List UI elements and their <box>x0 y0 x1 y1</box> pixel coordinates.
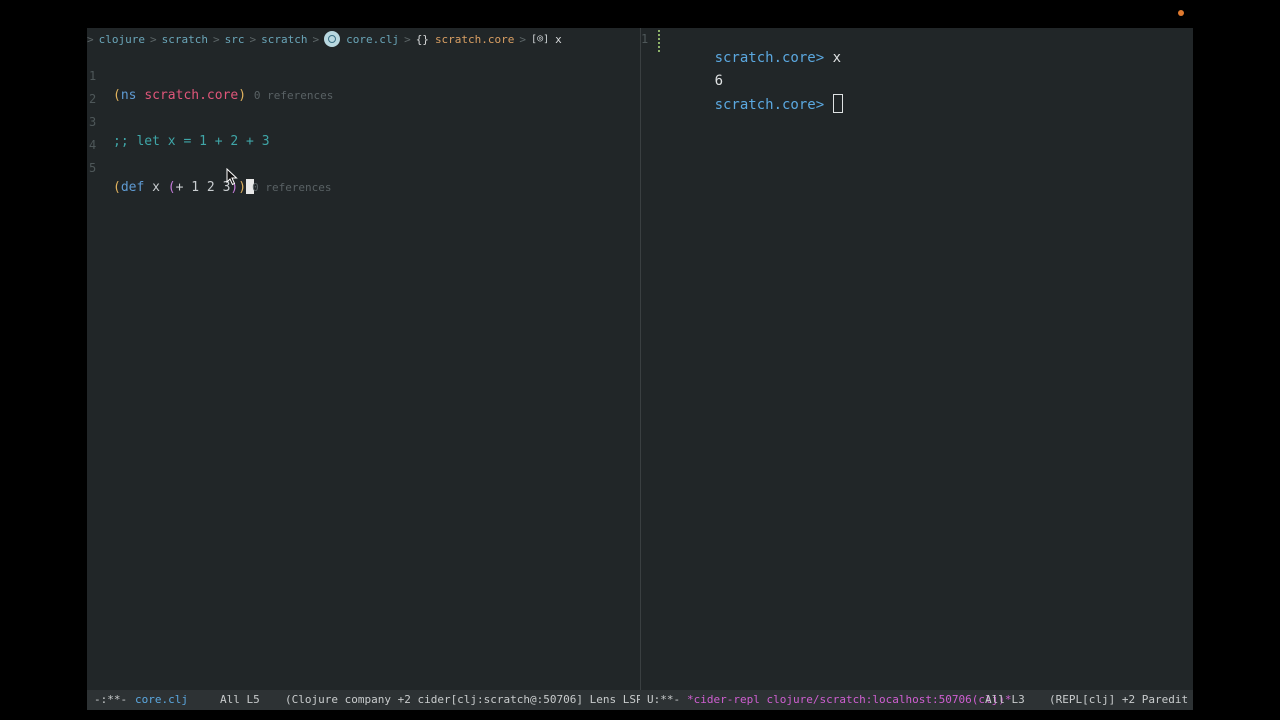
modeline-right-position: All L3 <box>985 693 1025 706</box>
modeline-left-status: -:**- <box>94 693 128 706</box>
paren: ( <box>113 180 121 195</box>
operator: + <box>175 180 184 195</box>
breadcrumb-separator: > <box>312 32 320 46</box>
modeline-right-status: U:**- <box>647 693 681 706</box>
code-line-5[interactable]: 5 (def x (+ 1 2 3)) 0 references <box>87 138 640 195</box>
variable-icon: [⌾] <box>531 33 550 45</box>
code-content: (def x (+ 1 2 3)) 0 references <box>113 178 332 198</box>
breadcrumb-separator: > <box>212 32 220 46</box>
repl-pane[interactable]: 1 scratch.core> x 6 scratch.core> <box>641 28 1193 690</box>
modeline-right-modes[interactable]: (REPL[clj] +2 Paredit Fly <box>1049 690 1193 710</box>
repl-prompt: scratch.core> <box>714 97 825 113</box>
keyword: def <box>120 180 145 195</box>
breadcrumb-file[interactable]: core.clj <box>346 33 399 46</box>
code-line-2[interactable]: 2 <box>87 69 640 106</box>
fringe-marker <box>658 30 662 52</box>
modeline-left-buffer[interactable]: core.clj <box>135 690 188 710</box>
editor-pane[interactable]: > clojure > scratch > src > scratch > co… <box>87 28 640 690</box>
breadcrumb-namespace[interactable]: scratch.core <box>435 33 514 46</box>
mode-line: -:**- core.clj All L5 (Clojure company +… <box>87 690 1193 710</box>
paren: ( <box>167 180 176 195</box>
code-line-1[interactable]: 1 (ns scratch.core) 0 references <box>87 46 640 103</box>
paren: ) <box>238 180 247 195</box>
clojure-file-icon <box>324 31 341 47</box>
breadcrumb-separator: > <box>87 32 94 46</box>
code-line-3[interactable]: 3 ;; let x = 1 + 2 + 3 <box>87 92 640 149</box>
emacs-window: > clojure > scratch > src > scratch > co… <box>87 28 1193 710</box>
mouse-pointer-icon <box>226 168 238 186</box>
line-number: 1 <box>641 32 649 46</box>
breadcrumb-item-scratch[interactable]: scratch <box>162 33 208 46</box>
breadcrumb-var[interactable]: x <box>555 33 562 46</box>
repl-cursor <box>832 94 843 113</box>
breadcrumb-item-clojure[interactable]: clojure <box>99 33 145 46</box>
breadcrumb-separator: > <box>149 32 157 46</box>
breadcrumb-separator: > <box>404 32 411 46</box>
code-line-4[interactable]: 4 <box>87 115 640 152</box>
breadcrumb-item-src[interactable]: src <box>225 33 245 46</box>
modeline-right-buffer[interactable]: *cider-repl clojure/scratch:localhost:50… <box>687 690 1012 710</box>
repl-input: x <box>832 50 842 66</box>
line-number: 5 <box>89 161 97 175</box>
lens-references[interactable]: 0 references <box>252 181 331 194</box>
modeline-left-modes[interactable]: (Clojure company +2 cider[clj:scratch@:5… <box>285 690 640 710</box>
breadcrumb-item-scratch-dir[interactable]: scratch <box>261 33 307 46</box>
breadcrumb-separator: > <box>249 32 257 46</box>
numbers: 1 2 3 <box>191 180 231 195</box>
repl-prompt-line[interactable]: scratch.core> <box>664 74 843 135</box>
namespace-icon: {} <box>415 32 429 46</box>
recording-indicator <box>1178 10 1184 16</box>
repl-prompt: scratch.core> <box>714 50 825 66</box>
breadcrumb-separator: > <box>519 32 527 46</box>
modeline-left-position: All L5 <box>220 693 260 706</box>
symbol: x <box>152 180 160 195</box>
